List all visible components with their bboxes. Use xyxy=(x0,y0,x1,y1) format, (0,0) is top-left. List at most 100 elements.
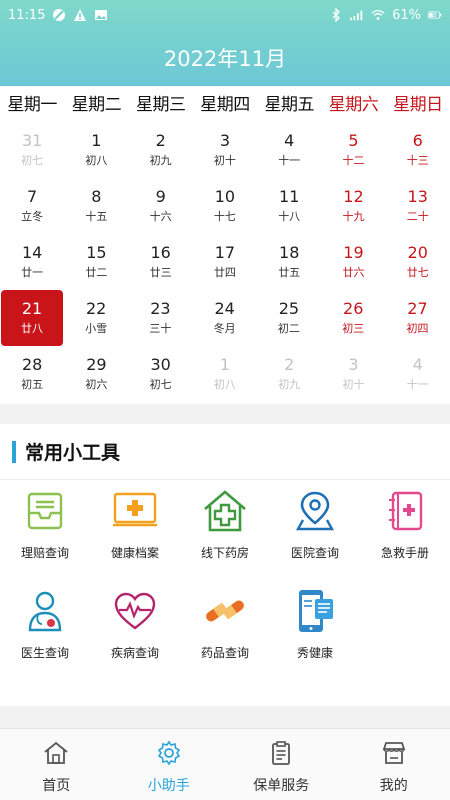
weekday-thu: 星期四 xyxy=(200,95,250,115)
calendar-day[interactable]: 1 初八 xyxy=(64,122,128,178)
location-pin-icon xyxy=(292,488,338,534)
calendar-day[interactable]: 4 十一 xyxy=(257,122,321,178)
calendar-day[interactable]: 19 廿六 xyxy=(321,234,385,290)
block-icon xyxy=(52,8,66,22)
calendar-day[interactable]: 4 十一 xyxy=(386,346,450,402)
day-number: 3 xyxy=(348,355,359,374)
header-bar: 11:15 61% 2022年11月 xyxy=(0,0,450,86)
section-divider xyxy=(0,706,450,728)
calendar-day[interactable]: 2 初九 xyxy=(257,346,321,402)
calendar-day[interactable]: 23 三十 xyxy=(128,290,192,346)
calendar-day[interactable]: 6 十三 xyxy=(386,122,450,178)
store-icon xyxy=(380,739,408,767)
lunar-date: 初八 xyxy=(85,154,108,167)
calendar-day[interactable]: 29 初六 xyxy=(64,346,128,402)
calendar-day[interactable]: 10 十七 xyxy=(193,178,257,234)
bottom-tab-bar: 首页 小助手 保单服务 我的 xyxy=(0,728,450,800)
day-number: 28 xyxy=(21,355,43,374)
calendar-day-today[interactable]: 21 廿八 xyxy=(1,290,63,346)
day-number: 13 xyxy=(407,187,428,206)
lunar-date: 十三 xyxy=(406,154,429,167)
tools-section-header: 常用小工具 xyxy=(0,424,450,480)
calendar-day[interactable]: 20 廿七 xyxy=(386,234,450,290)
section-accent-bar xyxy=(12,440,16,463)
lunar-date: 立冬 xyxy=(21,210,44,223)
tool-health-record[interactable]: 健康档案 xyxy=(90,480,180,580)
lunar-date: 廿六 xyxy=(342,266,365,279)
calendar-day[interactable]: 22 小雪 xyxy=(64,290,128,346)
lunar-date: 初四 xyxy=(406,322,429,335)
calendar-day[interactable]: 12 十九 xyxy=(321,178,385,234)
battery-charging-icon xyxy=(428,8,442,22)
calendar-day[interactable]: 27 初四 xyxy=(385,290,449,346)
calendar-day[interactable]: 30 初七 xyxy=(129,346,193,402)
calendar-day[interactable]: 31 初七 xyxy=(0,122,64,178)
tool-offline-pharmacy[interactable]: 线下药房 xyxy=(180,480,270,580)
day-number: 29 xyxy=(86,355,107,374)
tool-disease-query[interactable]: 疾病查询 xyxy=(90,580,180,680)
calendar-day[interactable]: 17 廿四 xyxy=(193,234,257,290)
calendar-week: 21 廿八 22 小雪 23 三十 24 冬月 25 初二 26 初三 27 初四 xyxy=(0,290,450,346)
lunar-date: 初十 xyxy=(342,378,365,391)
lunar-date: 小雪 xyxy=(85,322,108,335)
calendar-day[interactable]: 14 廿一 xyxy=(0,234,64,290)
tool-label: 线下药房 xyxy=(200,546,249,560)
tab-label: 首页 xyxy=(42,778,71,794)
calendar-day[interactable]: 11 十八 xyxy=(257,178,321,234)
tool-show-health[interactable]: 秀健康 xyxy=(270,580,360,680)
tab-policy-service[interactable]: 保单服务 xyxy=(225,729,338,800)
inbox-tray-icon xyxy=(22,488,68,534)
calendar-day[interactable]: 13 二十 xyxy=(386,178,450,234)
home-icon xyxy=(42,739,70,767)
calendar-day[interactable]: 15 廿二 xyxy=(64,234,128,290)
day-number: 4 xyxy=(284,131,295,150)
lunar-date: 初十 xyxy=(213,154,236,167)
warning-icon xyxy=(73,8,87,22)
weekday-sat: 星期六 xyxy=(328,95,379,115)
lunar-date: 初五 xyxy=(21,378,44,391)
tab-home[interactable]: 首页 xyxy=(0,729,113,800)
tool-hospital-query[interactable]: 医院查询 xyxy=(270,480,360,580)
calendar-day[interactable]: 2 初九 xyxy=(129,122,193,178)
calendar-day[interactable]: 1 初八 xyxy=(193,346,257,402)
day-number: 12 xyxy=(343,187,364,206)
day-number: 24 xyxy=(214,299,235,318)
tool-doctor-query[interactable]: 医生查询 xyxy=(0,580,90,680)
calendar-day[interactable]: 7 立冬 xyxy=(0,178,64,234)
calendar-day[interactable]: 26 初三 xyxy=(321,290,385,346)
calendar-day[interactable]: 24 冬月 xyxy=(193,290,257,346)
calendar-week: 14 廿一 15 廿二 16 廿三 17 廿四 18 廿五 19 廿六 20 廿七 xyxy=(0,234,450,290)
calendar-day[interactable]: 5 十二 xyxy=(321,122,385,178)
tab-assistant[interactable]: 小助手 xyxy=(113,729,226,800)
day-number: 22 xyxy=(85,299,107,318)
weekday-wed: 星期三 xyxy=(135,95,186,115)
lunar-date: 初七 xyxy=(149,378,172,391)
calendar-day[interactable]: 8 十五 xyxy=(64,178,128,234)
tool-medicine-query[interactable]: 药品查询 xyxy=(180,580,270,680)
tool-first-aid-manual[interactable]: 急救手册 xyxy=(360,480,450,580)
lunar-date: 廿三 xyxy=(149,266,172,279)
month-title[interactable]: 2022年11月 xyxy=(0,30,450,86)
tools-section-title: 常用小工具 xyxy=(25,442,121,464)
calendar-day[interactable]: 3 初十 xyxy=(193,122,257,178)
day-number: 9 xyxy=(155,187,166,206)
tools-grid: 理赔查询 健康档案 线下药房 医院查询 急救手册 医生查询 疾病查询 药品查询 … xyxy=(0,480,450,706)
day-number: 11 xyxy=(279,187,300,206)
tool-claim-query[interactable]: 理赔查询 xyxy=(0,480,90,580)
calendar-day[interactable]: 9 十六 xyxy=(129,178,193,234)
day-number: 19 xyxy=(343,243,364,262)
wifi-icon xyxy=(371,8,385,22)
calendar-week: 28 初五 29 初六 30 初七 1 初八 2 初九 3 初十 4 十一 xyxy=(0,346,450,402)
lunar-date: 廿七 xyxy=(406,266,429,279)
calendar-day[interactable]: 25 初二 xyxy=(257,290,321,346)
day-number: 16 xyxy=(150,243,171,262)
calendar-day[interactable]: 16 廿三 xyxy=(129,234,193,290)
calendar-day[interactable]: 3 初十 xyxy=(321,346,385,402)
tab-mine[interactable]: 我的 xyxy=(338,729,450,800)
calendar-day[interactable]: 28 初五 xyxy=(0,346,64,402)
day-number: 6 xyxy=(412,131,423,150)
day-number: 27 xyxy=(407,299,428,318)
pill-capsule-icon xyxy=(202,588,248,634)
calendar-day[interactable]: 18 廿五 xyxy=(257,234,321,290)
signal-icon xyxy=(350,8,364,22)
